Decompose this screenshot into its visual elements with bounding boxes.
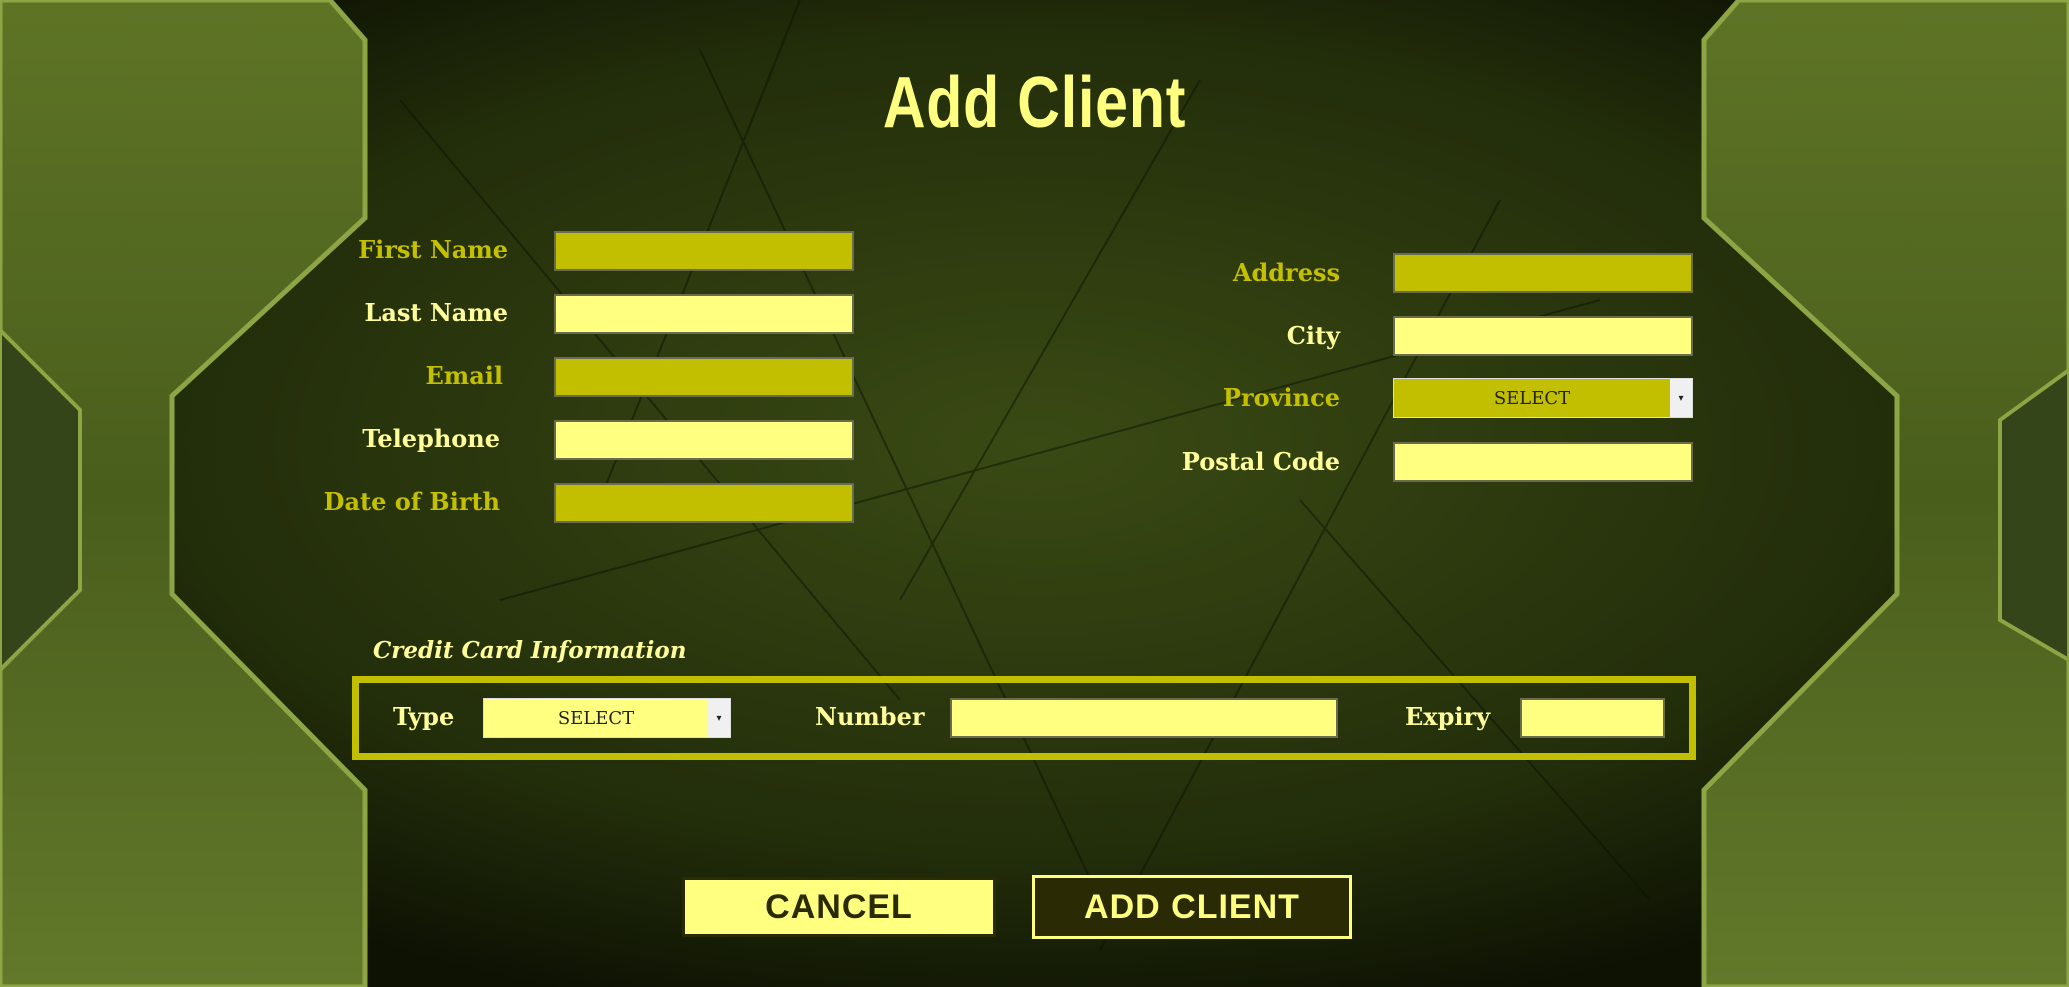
cancel-button[interactable]: CANCEL: [682, 877, 996, 937]
card-number-label: Number: [815, 702, 925, 731]
first-name-label: First Name: [358, 235, 508, 264]
telephone-label: Telephone: [362, 424, 500, 453]
province-label: Province: [1222, 383, 1340, 412]
last-name-label: Last Name: [364, 298, 508, 327]
card-expiry-input[interactable]: [1520, 698, 1665, 738]
province-select[interactable]: SELECT ▾: [1393, 378, 1693, 418]
email-label: Email: [425, 361, 503, 390]
city-input[interactable]: [1393, 316, 1693, 356]
address-input[interactable]: [1393, 253, 1693, 293]
card-type-select[interactable]: SELECT ▾: [483, 698, 731, 738]
card-number-input[interactable]: [950, 698, 1338, 738]
province-selected: SELECT: [1493, 387, 1571, 409]
date-of-birth-input[interactable]: [554, 483, 854, 523]
address-label: Address: [1232, 258, 1340, 287]
last-name-input[interactable]: [554, 294, 854, 334]
card-type-selected: SELECT: [557, 707, 635, 729]
page-title: Add Client: [882, 63, 1187, 143]
date-of-birth-label: Date of Birth: [323, 487, 500, 516]
telephone-input[interactable]: [554, 420, 854, 460]
postal-code-input[interactable]: [1393, 442, 1693, 482]
add-client-button[interactable]: ADD CLIENT: [1032, 875, 1352, 939]
chevron-down-icon[interactable]: ▾: [708, 699, 730, 737]
first-name-input[interactable]: [554, 231, 854, 271]
card-expiry-label: Expiry: [1405, 702, 1491, 731]
card-type-label: Type: [393, 702, 455, 731]
city-label: City: [1286, 321, 1340, 350]
credit-card-heading: Credit Card Information: [373, 637, 687, 664]
email-input[interactable]: [554, 357, 854, 397]
chevron-down-icon[interactable]: ▾: [1670, 379, 1692, 417]
postal-code-label: Postal Code: [1181, 447, 1340, 476]
